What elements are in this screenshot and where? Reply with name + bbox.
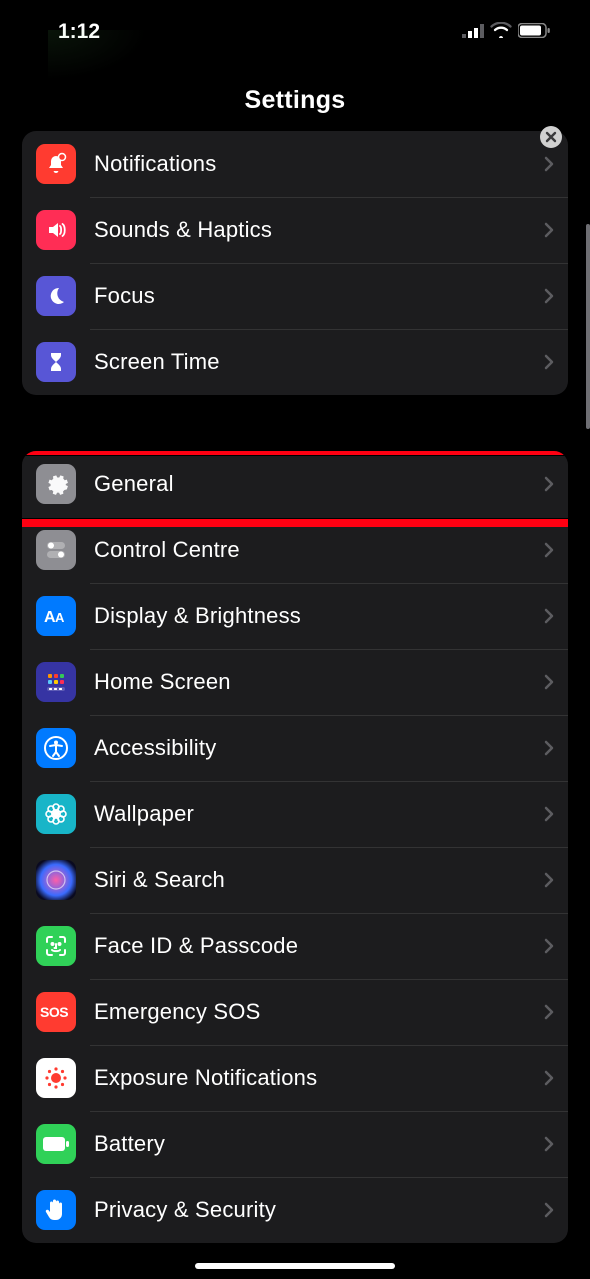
toggles-icon xyxy=(36,530,76,570)
battery-status-icon xyxy=(518,20,550,44)
chevron-right-icon xyxy=(544,872,554,888)
row-label: Battery xyxy=(94,1131,544,1157)
status-bar: 1:12 xyxy=(0,0,590,50)
row-label: Accessibility xyxy=(94,735,544,761)
svg-text:SOS: SOS xyxy=(40,1004,68,1020)
row-label: Screen Time xyxy=(94,349,544,375)
row-faceid-passcode[interactable]: Face ID & Passcode xyxy=(22,913,568,979)
row-label: Emergency SOS xyxy=(94,999,544,1025)
row-label: Control Centre xyxy=(94,537,544,563)
row-label: Privacy & Security xyxy=(94,1197,544,1223)
chevron-right-icon xyxy=(544,806,554,822)
chevron-right-icon xyxy=(544,1136,554,1152)
row-accessibility[interactable]: Accessibility xyxy=(22,715,568,781)
page-title: Settings xyxy=(0,86,590,115)
row-label: Sounds & Haptics xyxy=(94,217,544,243)
chevron-right-icon xyxy=(544,476,554,492)
row-label: Focus xyxy=(94,283,544,309)
home-indicator[interactable] xyxy=(195,1263,395,1269)
chevron-right-icon xyxy=(544,156,554,172)
wifi-icon xyxy=(490,20,512,44)
speaker-icon xyxy=(36,210,76,250)
chevron-right-icon xyxy=(544,1004,554,1020)
row-screen-time[interactable]: Screen Time xyxy=(22,329,568,395)
row-label: Exposure Notifications xyxy=(94,1065,544,1091)
row-siri-search[interactable]: Siri & Search xyxy=(22,847,568,913)
row-label: General xyxy=(94,471,544,497)
chevron-right-icon xyxy=(544,354,554,370)
cellular-icon xyxy=(462,20,484,44)
row-wallpaper[interactable]: Wallpaper xyxy=(22,781,568,847)
bell-icon xyxy=(36,144,76,184)
settings-group-system: General Control Centre AA Display & Brig… xyxy=(22,451,568,1243)
row-home-screen[interactable]: Home Screen xyxy=(22,649,568,715)
exposure-icon xyxy=(36,1058,76,1098)
siri-icon xyxy=(36,860,76,900)
hourglass-icon xyxy=(36,342,76,382)
row-privacy-security[interactable]: Privacy & Security xyxy=(22,1177,568,1243)
chevron-right-icon xyxy=(544,1202,554,1218)
close-button[interactable] xyxy=(540,126,562,148)
hand-icon xyxy=(36,1190,76,1230)
battery-icon xyxy=(36,1124,76,1164)
faceid-icon xyxy=(36,926,76,966)
row-label: Siri & Search xyxy=(94,867,544,893)
chevron-right-icon xyxy=(544,938,554,954)
chevron-right-icon xyxy=(544,740,554,756)
status-time: 1:12 xyxy=(58,20,100,44)
gear-icon xyxy=(36,464,76,504)
row-label: Display & Brightness xyxy=(94,603,544,629)
row-battery[interactable]: Battery xyxy=(22,1111,568,1177)
svg-text:A: A xyxy=(55,610,65,625)
row-focus[interactable]: Focus xyxy=(22,263,568,329)
grid-icon xyxy=(36,662,76,702)
row-general[interactable]: General xyxy=(22,451,568,517)
chevron-right-icon xyxy=(544,674,554,690)
row-exposure-notifications[interactable]: Exposure Notifications xyxy=(22,1045,568,1111)
sos-icon: SOS xyxy=(36,992,76,1032)
close-icon xyxy=(545,131,557,143)
row-label: Face ID & Passcode xyxy=(94,933,544,959)
settings-group-alerts: Notifications Sounds & Haptics Focus xyxy=(22,131,568,395)
chevron-right-icon xyxy=(544,288,554,304)
flower-icon xyxy=(36,794,76,834)
row-label: Wallpaper xyxy=(94,801,544,827)
accessibility-icon xyxy=(36,728,76,768)
scrollbar[interactable] xyxy=(586,224,590,429)
moon-icon xyxy=(36,276,76,316)
chevron-right-icon xyxy=(544,222,554,238)
row-control-centre[interactable]: Control Centre xyxy=(22,517,568,583)
row-emergency-sos[interactable]: SOS Emergency SOS xyxy=(22,979,568,1045)
chevron-right-icon xyxy=(544,542,554,558)
row-sounds-haptics[interactable]: Sounds & Haptics xyxy=(22,197,568,263)
row-display-brightness[interactable]: AA Display & Brightness xyxy=(22,583,568,649)
aa-icon: AA xyxy=(36,596,76,636)
row-label: Home Screen xyxy=(94,669,544,695)
chevron-right-icon xyxy=(544,1070,554,1086)
row-notifications[interactable]: Notifications xyxy=(22,131,568,197)
chevron-right-icon xyxy=(544,608,554,624)
row-label: Notifications xyxy=(94,151,544,177)
